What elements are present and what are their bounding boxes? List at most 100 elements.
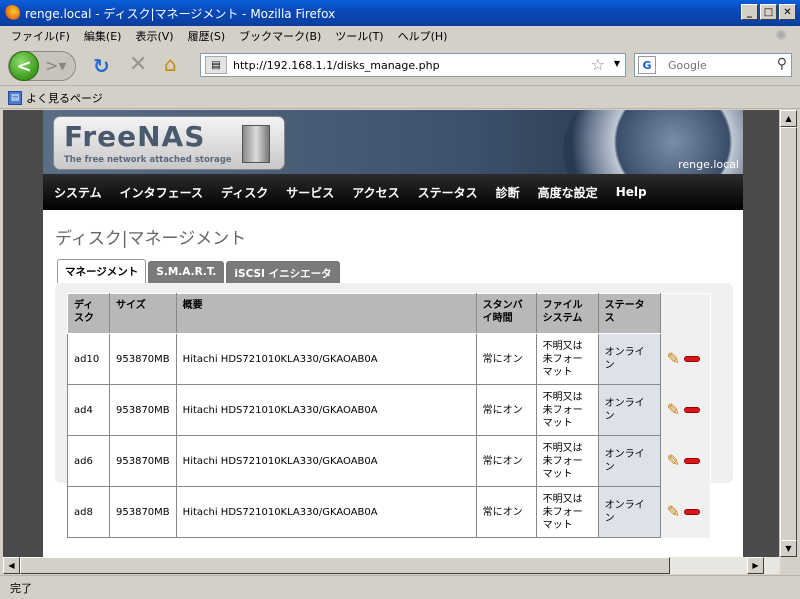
menu-file[interactable]: ファイル(F) xyxy=(4,28,77,44)
logo-title: FreeNAS xyxy=(64,120,206,153)
minimize-button[interactable]: _ xyxy=(741,4,758,20)
nav-access[interactable]: アクセス xyxy=(343,184,408,201)
edit-pencil-icon[interactable]: ✎ xyxy=(667,453,680,469)
menu-bar: ファイル(F) 編集(E) 表示(V) 履歴(S) ブックマーク(B) ツール(… xyxy=(0,26,800,46)
server-icon xyxy=(242,125,270,163)
freenas-page: FreeNAS The free network attached storag… xyxy=(43,110,743,557)
table-row: ad10 953870MB Hitachi HDS721010KLA330/GK… xyxy=(67,333,711,385)
edit-pencil-icon[interactable]: ✎ xyxy=(667,504,680,520)
cell-actions: ✎ xyxy=(660,384,711,436)
url-dropdown-icon[interactable]: ▼ xyxy=(614,59,620,68)
stop-icon[interactable]: ✕ xyxy=(129,52,147,77)
delete-minus-icon[interactable] xyxy=(684,457,701,464)
cell-standby: 常にオン xyxy=(475,486,537,538)
bookmark-most-visited[interactable]: よく見るページ xyxy=(26,90,103,106)
cell-disk: ad4 xyxy=(67,384,110,436)
menu-bookmarks[interactable]: ブックマーク(B) xyxy=(232,28,328,44)
scroll-right-icon[interactable]: ▶ xyxy=(747,557,764,574)
cell-filesystem: 不明又は未フォーマット xyxy=(535,384,599,436)
tab-smart[interactable]: S.M.A.R.T. xyxy=(148,261,225,283)
cell-status: オンライン xyxy=(597,333,661,385)
cell-size: 953870MB xyxy=(109,333,177,385)
cell-status: オンライン xyxy=(597,486,661,538)
maximize-button[interactable]: □ xyxy=(760,4,777,20)
table-row: ad6 953870MB Hitachi HDS721010KLA330/GKA… xyxy=(67,435,711,487)
cell-disk: ad6 xyxy=(67,435,110,487)
header-banner: FreeNAS The free network attached storag… xyxy=(43,110,743,174)
nav-status[interactable]: ステータス xyxy=(409,184,487,201)
cell-description: Hitachi HDS721010KLA330/GKAOAB0A xyxy=(175,384,477,436)
cell-filesystem: 不明又は未フォーマット xyxy=(535,486,599,538)
header-actions xyxy=(660,293,711,334)
menu-help[interactable]: ヘルプ(H) xyxy=(391,28,455,44)
nav-interfaces[interactable]: インタフェース xyxy=(111,184,212,201)
close-button[interactable]: ✕ xyxy=(779,4,796,20)
cell-status: オンライン xyxy=(597,435,661,487)
nav-help[interactable]: Help xyxy=(607,185,656,199)
status-bar: 完了 xyxy=(0,575,800,599)
cell-actions: ✎ xyxy=(660,486,711,538)
horizontal-scrollbar[interactable]: ◀ ▶ xyxy=(3,557,780,574)
header-size: サイズ xyxy=(109,293,177,334)
delete-minus-icon[interactable] xyxy=(684,406,701,413)
freenas-logo[interactable]: FreeNAS The free network attached storag… xyxy=(53,116,285,170)
bookmark-star-icon[interactable]: ☆ xyxy=(591,55,605,74)
search-input[interactable] xyxy=(668,58,768,72)
nav-disks[interactable]: ディスク xyxy=(212,184,277,201)
google-engine-icon[interactable]: G xyxy=(638,56,656,74)
scroll-down-icon[interactable]: ▼ xyxy=(780,540,797,557)
vertical-scroll-thumb[interactable] xyxy=(780,127,797,549)
page-title: ディスク|マネージメント xyxy=(55,229,247,249)
scroll-left-icon[interactable]: ◀ xyxy=(3,557,20,574)
vertical-scrollbar[interactable]: ▲ ▼ xyxy=(779,110,797,557)
nav-advanced[interactable]: 高度な設定 xyxy=(529,184,607,201)
main-nav: システム インタフェース ディスク サービス アクセス ステータス 診断 高度な… xyxy=(43,174,743,210)
url-input[interactable] xyxy=(233,58,573,72)
back-arrow-icon[interactable]: < xyxy=(9,51,39,81)
cell-actions: ✎ xyxy=(660,333,711,385)
cell-description: Hitachi HDS721010KLA330/GKAOAB0A xyxy=(175,333,477,385)
cell-status: オンライン xyxy=(597,384,661,436)
back-forward-group: < >▾ xyxy=(8,51,76,81)
cell-size: 953870MB xyxy=(109,486,177,538)
cell-standby: 常にオン xyxy=(475,435,537,487)
logo-subtitle: The free network attached storage xyxy=(64,155,232,165)
status-text: 完了 xyxy=(10,581,32,595)
table-row: ad4 953870MB Hitachi HDS721010KLA330/GKA… xyxy=(67,384,711,436)
hostname-label: renge.local xyxy=(678,158,739,171)
home-icon[interactable]: ⌂ xyxy=(164,52,177,76)
nav-diagnostics[interactable]: 診断 xyxy=(487,184,529,201)
search-bar[interactable]: G ⚲ xyxy=(634,53,792,77)
edit-pencil-icon[interactable]: ✎ xyxy=(667,351,680,367)
tab-management[interactable]: マネージメント xyxy=(57,259,147,283)
horizontal-scroll-thumb[interactable] xyxy=(20,557,670,574)
nav-system[interactable]: システム xyxy=(45,184,111,201)
cell-size: 953870MB xyxy=(109,435,177,487)
nav-services[interactable]: サービス xyxy=(277,184,343,201)
cell-actions: ✎ xyxy=(660,435,711,487)
header-disk: ディスク xyxy=(67,293,110,334)
scroll-up-icon[interactable]: ▲ xyxy=(780,110,797,127)
cell-standby: 常にオン xyxy=(475,384,537,436)
menu-edit[interactable]: 編集(E) xyxy=(77,28,129,44)
edit-pencil-icon[interactable]: ✎ xyxy=(667,402,680,418)
forward-arrow-icon[interactable]: >▾ xyxy=(45,56,66,75)
cell-description: Hitachi HDS721010KLA330/GKAOAB0A xyxy=(175,435,477,487)
search-icon[interactable]: ⚲ xyxy=(777,56,787,72)
menu-history[interactable]: 履歴(S) xyxy=(181,28,233,44)
content-viewport: FreeNAS The free network attached storag… xyxy=(3,110,779,557)
url-bar[interactable]: ▤ ☆ ▼ xyxy=(200,53,626,77)
title-bar: renge.local - ディスク|マネージメント - Mozilla Fir… xyxy=(0,0,800,26)
site-identity-icon[interactable]: ▤ xyxy=(205,56,227,74)
delete-minus-icon[interactable] xyxy=(684,508,701,515)
menu-view[interactable]: 表示(V) xyxy=(128,28,180,44)
tab-panel: ディスク サイズ 概要 スタンバイ時間 ファイルシステム ステータス ad10 … xyxy=(55,283,733,538)
delete-minus-icon[interactable] xyxy=(684,355,701,362)
disk-table: ディスク サイズ 概要 スタンバイ時間 ファイルシステム ステータス ad10 … xyxy=(67,293,711,538)
navigation-toolbar: < >▾ ↻ ✕ ⌂ ▤ ☆ ▼ G ⚲ xyxy=(0,46,800,86)
table-header-row: ディスク サイズ 概要 スタンバイ時間 ファイルシステム ステータス xyxy=(67,293,711,334)
reload-icon[interactable]: ↻ xyxy=(93,54,110,78)
tab-iscsi-initiator[interactable]: iSCSI イニシエータ xyxy=(226,261,340,283)
menu-tools[interactable]: ツール(T) xyxy=(328,28,390,44)
throbber-icon: ✺ xyxy=(775,28,787,44)
